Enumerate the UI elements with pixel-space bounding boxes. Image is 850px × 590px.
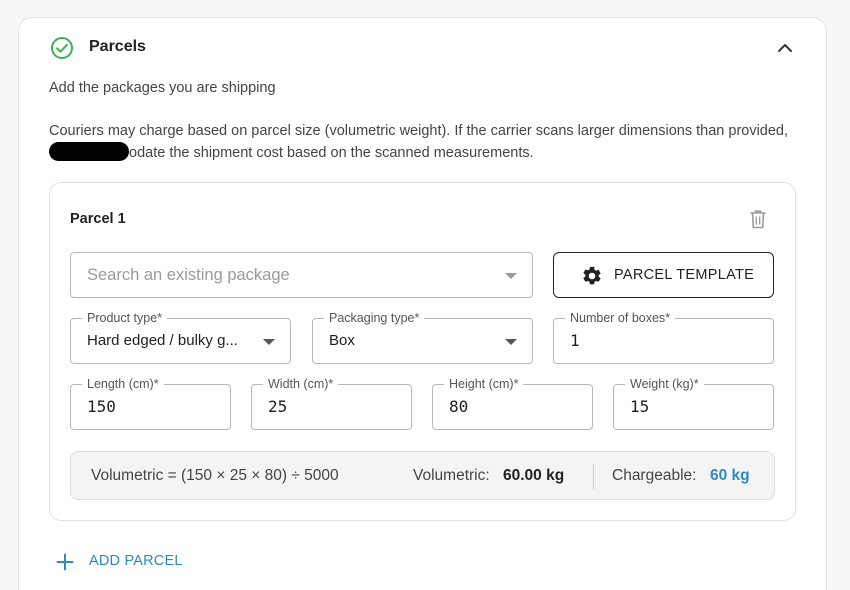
chargeable-value: 60 kg [710, 467, 750, 484]
redacted-text [49, 142, 129, 161]
length-label: Length (cm)* [82, 376, 164, 392]
parcel-card: Parcel 1 PARCEL TEMPLATE Product type* H… [49, 182, 796, 521]
notice-text-start: Couriers may charge based on parcel size… [49, 123, 789, 139]
height-value[interactable]: 80 [449, 397, 468, 416]
check-circle-icon [51, 37, 73, 59]
packaging-type-value: Box [329, 332, 355, 349]
chevron-down-icon[interactable] [505, 273, 517, 279]
add-parcel-label: ADD PARCEL [89, 553, 183, 569]
product-type-select[interactable]: Product type* Hard edged / bulky g... [70, 310, 291, 364]
length-field[interactable]: Length (cm)* 150 [70, 376, 231, 430]
width-value[interactable]: 25 [268, 397, 287, 416]
plus-icon [56, 553, 74, 571]
parcel-template-label: PARCEL TEMPLATE [614, 267, 755, 283]
number-of-boxes-value[interactable]: 1 [570, 331, 580, 350]
packaging-type-label: Packaging type* [324, 310, 425, 326]
section-title: Parcels [89, 38, 146, 55]
notice-text-end: odate the shipment cost based on the sca… [129, 145, 534, 161]
product-type-label: Product type* [82, 310, 168, 326]
height-field[interactable]: Height (cm)* 80 [432, 376, 593, 430]
chevron-down-icon[interactable] [505, 339, 517, 345]
trash-icon[interactable] [749, 209, 767, 229]
package-search-input[interactable] [87, 266, 487, 285]
packaging-type-select[interactable]: Packaging type* Box [312, 310, 533, 364]
volumetric-formula: Volumetric = (150 × 25 × 80) ÷ 5000 [91, 467, 339, 484]
parcel-template-button[interactable]: PARCEL TEMPLATE [553, 252, 774, 298]
parcel-title: Parcel 1 [70, 211, 126, 227]
volumetric-value: 60.00 kg [503, 467, 565, 484]
volumetric-label: Volumetric: [413, 467, 490, 484]
chargeable-label: Chargeable: [612, 467, 697, 484]
volumetric-notice: Couriers may charge based on parcel size… [49, 121, 794, 164]
package-search-select[interactable] [70, 252, 533, 298]
number-of-boxes-field[interactable]: Number of boxes* 1 [553, 310, 774, 364]
weight-value[interactable]: 15 [630, 397, 649, 416]
height-label: Height (cm)* [444, 376, 524, 392]
section-subtitle: Add the packages you are shipping [49, 80, 276, 96]
gear-icon [583, 266, 601, 285]
weight-field[interactable]: Weight (kg)* 15 [613, 376, 774, 430]
volumetric-summary: Volumetric = (150 × 25 × 80) ÷ 5000 Volu… [70, 451, 775, 500]
width-label: Width (cm)* [263, 376, 339, 392]
parcels-header[interactable]: Parcels [50, 36, 795, 60]
length-value[interactable]: 150 [87, 397, 116, 416]
width-field[interactable]: Width (cm)* 25 [251, 376, 412, 430]
chevron-up-icon[interactable] [775, 38, 795, 58]
chevron-down-icon[interactable] [263, 339, 275, 345]
number-of-boxes-label: Number of boxes* [565, 310, 676, 326]
product-type-value: Hard edged / bulky g... [87, 332, 238, 349]
weight-label: Weight (kg)* [625, 376, 704, 392]
summary-divider [593, 464, 594, 489]
